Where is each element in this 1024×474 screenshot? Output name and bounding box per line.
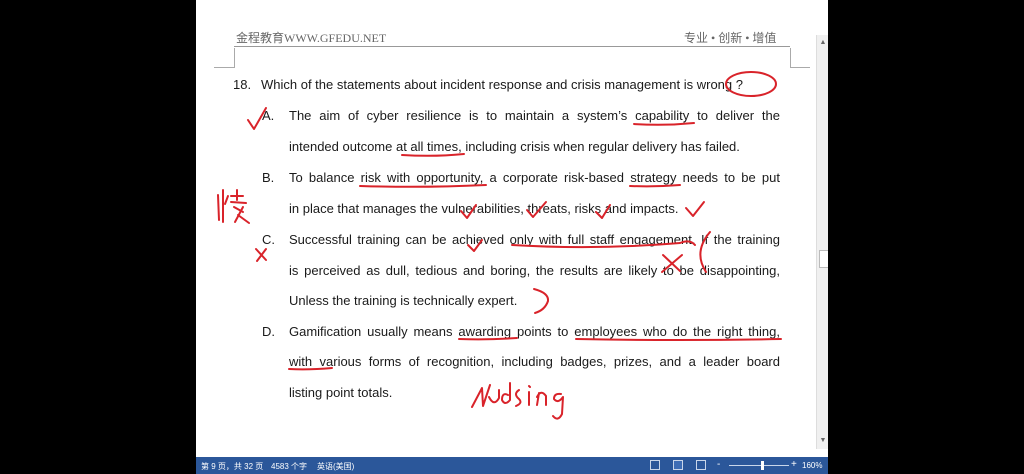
annotation-bracket-c <box>699 231 711 273</box>
handwritten-note-nudging <box>471 382 564 420</box>
read-mode-icon[interactable] <box>650 460 660 470</box>
handwritten-note-chinese <box>217 189 250 224</box>
document-window: 金程教育WWW.GFEDU.NET 专业 • 创新 • 增值 18. Which… <box>196 0 828 474</box>
annotation-bracket-unless <box>533 288 550 314</box>
document-page: 金程教育WWW.GFEDU.NET 专业 • 创新 • 增值 18. Which… <box>196 0 816 457</box>
underline-strategy <box>629 184 681 188</box>
circle-wrong <box>725 71 777 97</box>
zoom-out-button[interactable]: - <box>717 459 720 470</box>
check-mark-a <box>247 107 267 130</box>
underline-risk-with-opportunity <box>359 184 487 188</box>
zoom-in-button[interactable]: + <box>791 459 797 470</box>
check-mark-impacts <box>685 201 705 217</box>
check-mark-vulnerabilities <box>460 204 477 219</box>
check-mark-threats <box>526 201 547 218</box>
x-mark-option-c <box>255 248 267 262</box>
print-layout-icon[interactable] <box>673 460 683 470</box>
page-count[interactable]: 第 9 页，共 32 页 <box>201 461 263 472</box>
underline-various-forms <box>288 367 333 371</box>
scroll-thumb[interactable] <box>819 250 828 268</box>
language-indicator[interactable]: 英语(美国) <box>317 461 354 472</box>
underline-employees <box>575 338 782 341</box>
check-mark-training <box>467 239 483 252</box>
underline-capability <box>633 122 695 126</box>
underline-awarding <box>458 337 518 341</box>
x-mark-engagement <box>661 254 683 273</box>
word-count[interactable]: 4583 个字 <box>271 461 307 472</box>
zoom-slider[interactable] <box>729 465 789 466</box>
underline-full-staff-engagement <box>511 240 696 249</box>
scroll-up-icon[interactable]: ▲ <box>817 37 828 49</box>
status-bar: 第 9 页，共 32 页 4583 个字 英语(美国) - + 160% <box>196 457 828 474</box>
ink-annotations <box>217 71 782 420</box>
zoom-level[interactable]: 160% <box>802 461 822 470</box>
zoom-slider-thumb[interactable] <box>761 461 764 470</box>
underline-at-all-times <box>401 153 465 157</box>
check-mark-risks <box>595 204 611 219</box>
vertical-scrollbar[interactable]: ▲ ▼ <box>816 35 828 449</box>
web-layout-icon[interactable] <box>696 460 706 470</box>
scroll-down-icon[interactable]: ▼ <box>817 435 828 447</box>
